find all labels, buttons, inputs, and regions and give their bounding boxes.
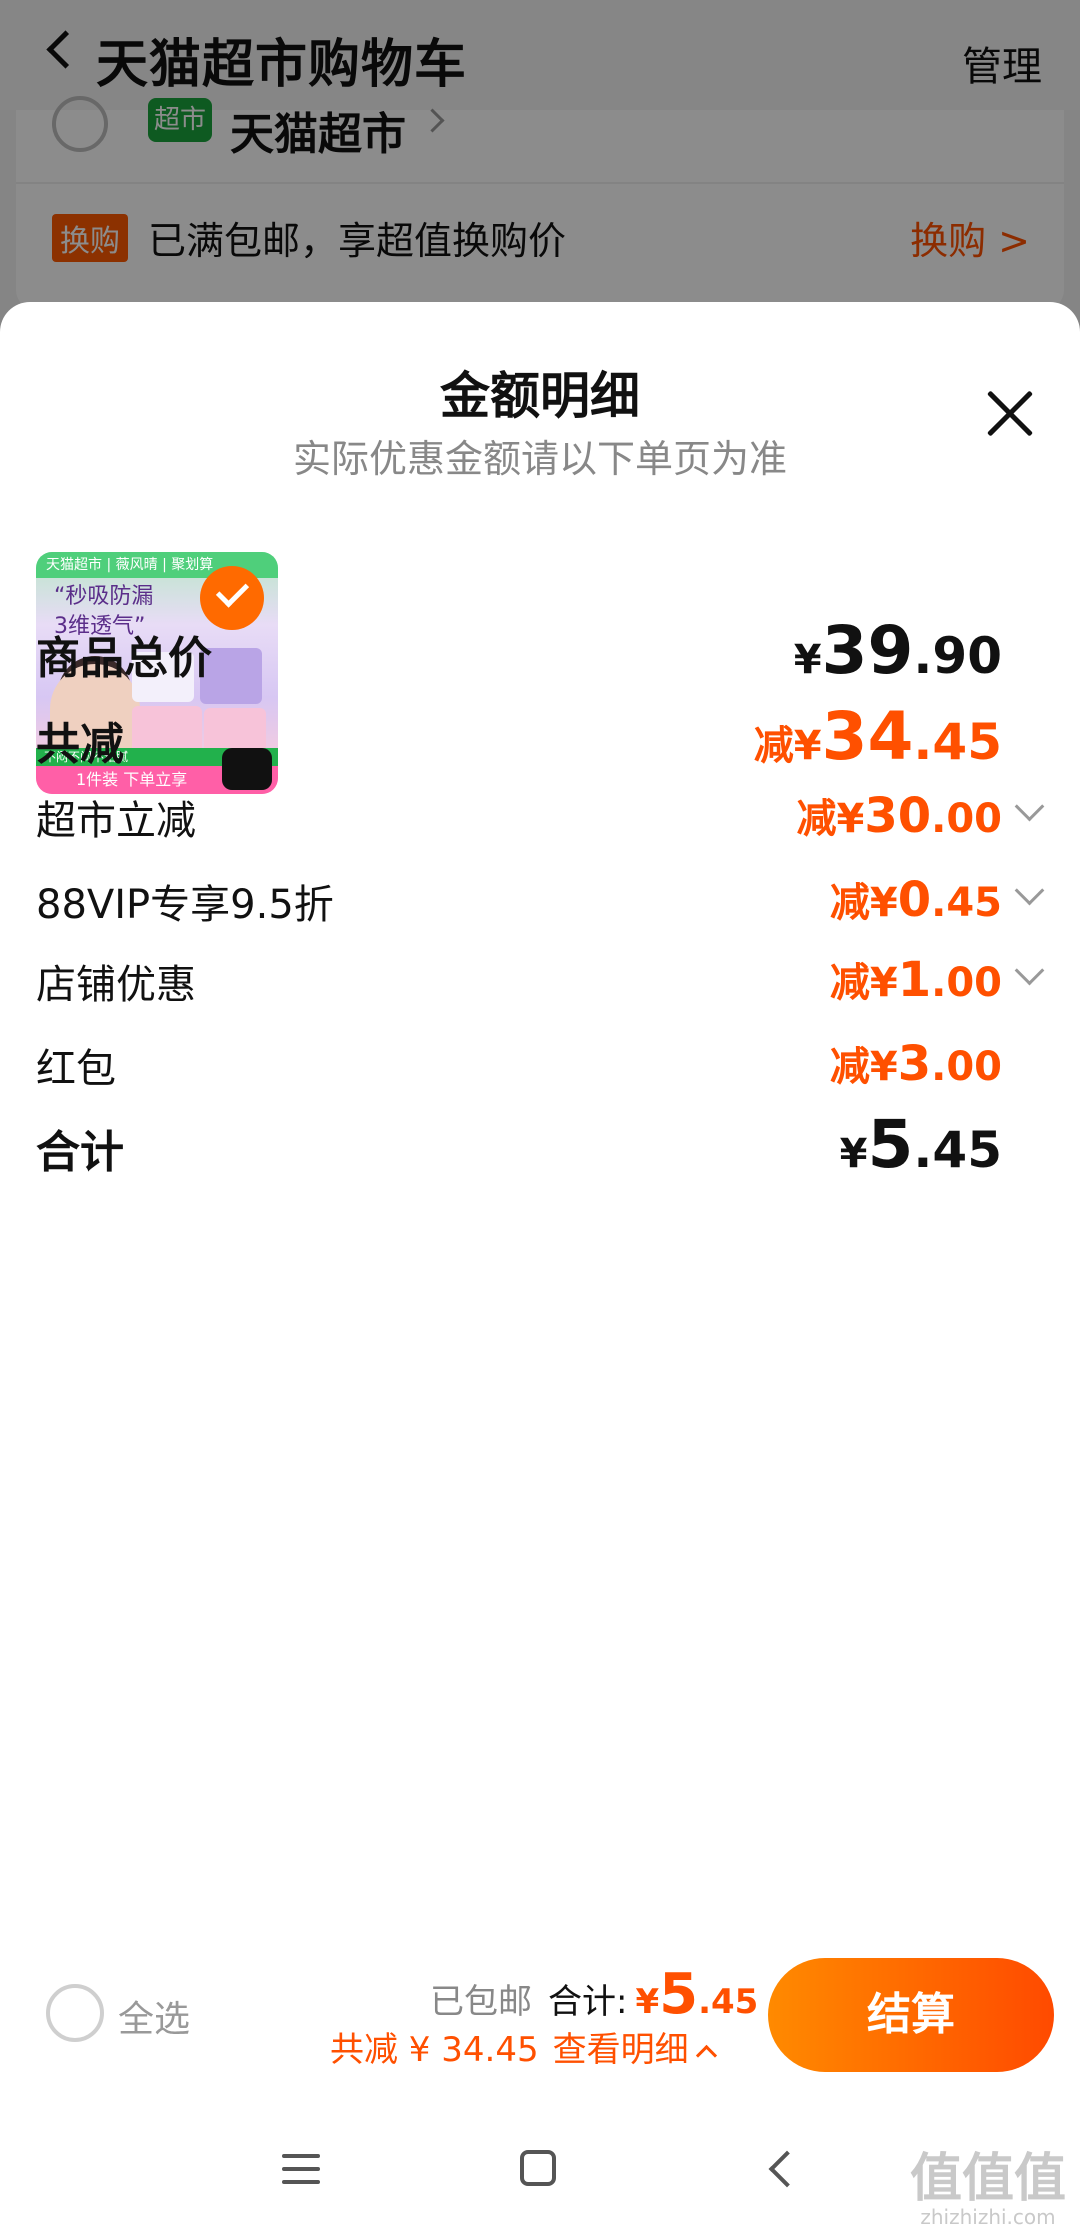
- amount-decimal: .90: [913, 627, 1002, 685]
- select-all-radio[interactable]: [46, 1984, 104, 2042]
- amount-label: 超市立减: [36, 798, 196, 844]
- amount-value: ¥39.90: [794, 612, 1002, 689]
- watermark-logo: 值值值 zhizhizhi.com: [909, 2149, 1066, 2229]
- amount-integer: 5: [867, 1106, 914, 1183]
- amount-label: 红包: [36, 1046, 116, 1092]
- amount-row: 共减 减¥34.45: [36, 698, 1044, 775]
- amount-prefix: 减¥: [829, 880, 898, 926]
- amount-value: 减¥34.45: [754, 698, 1002, 775]
- amount-value: 减¥3.00: [830, 1034, 1002, 1092]
- total-label: 合计:: [548, 1982, 628, 2022]
- amount-value: 减¥1.00: [830, 950, 1002, 1008]
- amount-prefix: ¥: [839, 1131, 868, 1177]
- amount-label: 商品总价: [36, 633, 212, 684]
- close-icon[interactable]: [984, 388, 1036, 440]
- total-currency: ¥: [635, 1982, 660, 2022]
- back-icon[interactable]: [768, 2150, 806, 2188]
- amount-integer: 34: [821, 698, 914, 775]
- total-integer: 5: [659, 1962, 699, 2027]
- menu-icon[interactable]: [282, 2154, 320, 2184]
- amount-decimal: .00: [931, 796, 1002, 842]
- amount-prefix: 减¥: [829, 960, 898, 1006]
- amount-decimal: .45: [913, 713, 1002, 771]
- amount-integer: 39: [821, 612, 914, 689]
- amount-decimal: .00: [931, 960, 1002, 1006]
- chevron-down-icon[interactable]: [1014, 875, 1045, 906]
- amount-row[interactable]: 88VIP专享9.5折 减¥0.45: [36, 862, 1045, 932]
- view-detail-link[interactable]: 查看明细: [553, 2030, 689, 2070]
- amount-decimal: .45: [931, 880, 1002, 926]
- amount-value: ¥5.45: [840, 1106, 1002, 1183]
- amount-label: 合计: [36, 1127, 124, 1178]
- home-icon[interactable]: [520, 2150, 556, 2186]
- amount-decimal: .45: [913, 1121, 1002, 1179]
- amount-value: 减¥30.00: [797, 786, 1003, 844]
- amount-row[interactable]: 超市立减 减¥30.00: [36, 778, 1045, 848]
- amount-label: 共减: [36, 719, 124, 770]
- discount-total: 共减 ¥ 34.45: [330, 2030, 539, 2070]
- amount-integer: 3: [897, 1036, 932, 1092]
- free-shipping-label: 已包邮: [430, 1982, 532, 2022]
- system-nav-bar: 值值值 zhizhizhi.com: [0, 2108, 1080, 2237]
- amount-integer: 1: [897, 952, 932, 1008]
- amount-prefix: ¥: [793, 637, 822, 683]
- amount-integer: 30: [864, 788, 932, 844]
- total-summary: 已包邮 合计: ¥5.45: [430, 1962, 758, 2027]
- amount-row[interactable]: 店铺优惠 减¥1.00: [36, 942, 1045, 1012]
- amount-row: 红包 减¥3.00: [36, 1026, 1044, 1096]
- amount-row: 合计 ¥5.45: [36, 1106, 1044, 1183]
- total-decimal: .45: [698, 1982, 759, 2022]
- checkout-button[interactable]: 结算: [768, 1958, 1054, 2072]
- chevron-down-icon[interactable]: [1014, 791, 1045, 822]
- chevron-down-icon[interactable]: [1014, 955, 1045, 986]
- amount-value: 减¥0.45: [830, 870, 1002, 928]
- sheet-title: 金额明细: [440, 367, 640, 425]
- amount-label: 店铺优惠: [36, 962, 196, 1008]
- amount-integer: 0: [897, 872, 932, 928]
- sheet-subtitle: 实际优惠金额请以下单页为准: [292, 437, 787, 481]
- amount-prefix: 减¥: [753, 723, 822, 769]
- amount-decimal: .00: [931, 1044, 1002, 1090]
- amount-detail-sheet: 金额明细 实际优惠金额请以下单页为准 天猫超市 | 薇风晴 | 聚划算 “秒吸防…: [0, 302, 1080, 2237]
- select-all-label[interactable]: 全选: [118, 1990, 190, 2042]
- amount-prefix: 减¥: [829, 1044, 898, 1090]
- amount-label: 88VIP专享9.5折: [36, 882, 334, 928]
- discount-detail-toggle[interactable]: 共减 ¥ 34.45 查看明细: [330, 2022, 717, 2071]
- chevron-up-icon[interactable]: [695, 2044, 717, 2067]
- amount-prefix: 减¥: [796, 796, 865, 842]
- amount-row: 商品总价 ¥39.90: [36, 612, 1044, 689]
